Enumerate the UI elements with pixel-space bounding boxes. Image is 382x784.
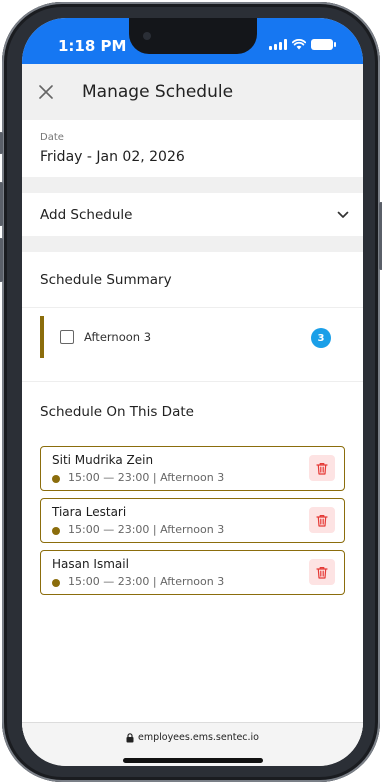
url-display: employees.ems.sentec.io xyxy=(22,732,363,743)
shift-detail: 15:00 — 23:00 | Afternoon 3 xyxy=(68,471,225,484)
shift-dot xyxy=(52,579,60,587)
mute-switch xyxy=(0,132,3,154)
employee-name: Tiara Lestari xyxy=(52,505,127,519)
volume-up-button xyxy=(0,182,3,226)
trash-icon xyxy=(316,462,328,475)
home-indicator[interactable] xyxy=(123,758,263,763)
shift-dot xyxy=(52,527,60,535)
phone-frame: 1:18 PM Manage Schedule Date Friday - Ja… xyxy=(0,2,382,782)
add-schedule-dropdown[interactable]: Add Schedule xyxy=(22,193,363,236)
volume-down-button xyxy=(0,238,3,282)
signal-icon xyxy=(269,39,287,50)
status-bar: 1:18 PM xyxy=(22,18,363,64)
battery-icon xyxy=(311,39,336,50)
wifi-icon xyxy=(292,39,306,50)
close-icon xyxy=(39,85,53,99)
page-title: Manage Schedule xyxy=(82,82,234,102)
section-divider xyxy=(22,177,363,193)
delete-button[interactable] xyxy=(309,559,335,585)
shift-detail: 15:00 — 23:00 | Afternoon 3 xyxy=(68,523,225,536)
lock-icon xyxy=(126,732,134,742)
date-section: Date Friday - Jan 02, 2026 xyxy=(22,120,363,177)
trash-icon xyxy=(316,514,328,527)
date-label: Date xyxy=(40,132,64,143)
schedule-item: Hasan Ismail 15:00 — 23:00 | Afternoon 3 xyxy=(40,550,345,595)
delete-button[interactable] xyxy=(309,455,335,481)
chevron-down-icon xyxy=(337,211,349,218)
schedule-summary-section: Schedule Summary Afternoon 3 3 xyxy=(22,252,363,382)
close-button[interactable] xyxy=(24,70,68,114)
shift-color-bar xyxy=(40,316,44,358)
summary-item: Afternoon 3 3 xyxy=(22,308,363,382)
on-date-title: Schedule On This Date xyxy=(22,382,363,442)
notch xyxy=(129,18,257,54)
shift-dot xyxy=(52,475,60,483)
status-time: 1:18 PM xyxy=(58,37,127,55)
on-date-list: Siti Mudrika Zein 15:00 — 23:00 | Aftern… xyxy=(22,442,363,758)
schedule-item: Siti Mudrika Zein 15:00 — 23:00 | Aftern… xyxy=(40,446,345,491)
employee-name: Hasan Ismail xyxy=(52,557,129,571)
add-schedule-label: Add Schedule xyxy=(40,206,133,223)
status-icons xyxy=(269,39,336,50)
summary-item-label: Afternoon 3 xyxy=(84,330,152,344)
delete-button[interactable] xyxy=(309,507,335,533)
employee-name: Siti Mudrika Zein xyxy=(52,453,154,467)
main-content: Date Friday - Jan 02, 2026 Add Schedule … xyxy=(22,120,363,758)
shift-detail: 15:00 — 23:00 | Afternoon 3 xyxy=(68,575,225,588)
schedule-item: Tiara Lestari 15:00 — 23:00 | Afternoon … xyxy=(40,498,345,543)
section-divider xyxy=(22,236,363,252)
summary-item-checkbox[interactable] xyxy=(60,330,74,344)
summary-title: Schedule Summary xyxy=(22,252,363,308)
count-badge: 3 xyxy=(311,328,331,348)
trash-icon xyxy=(316,566,328,579)
date-value: Friday - Jan 02, 2026 xyxy=(40,149,185,165)
app-bar: Manage Schedule xyxy=(22,64,363,120)
browser-url-bar[interactable]: employees.ems.sentec.io xyxy=(22,722,363,766)
screen: 1:18 PM Manage Schedule Date Friday - Ja… xyxy=(22,18,363,766)
url-text: employees.ems.sentec.io xyxy=(137,732,259,743)
camera xyxy=(143,32,151,40)
